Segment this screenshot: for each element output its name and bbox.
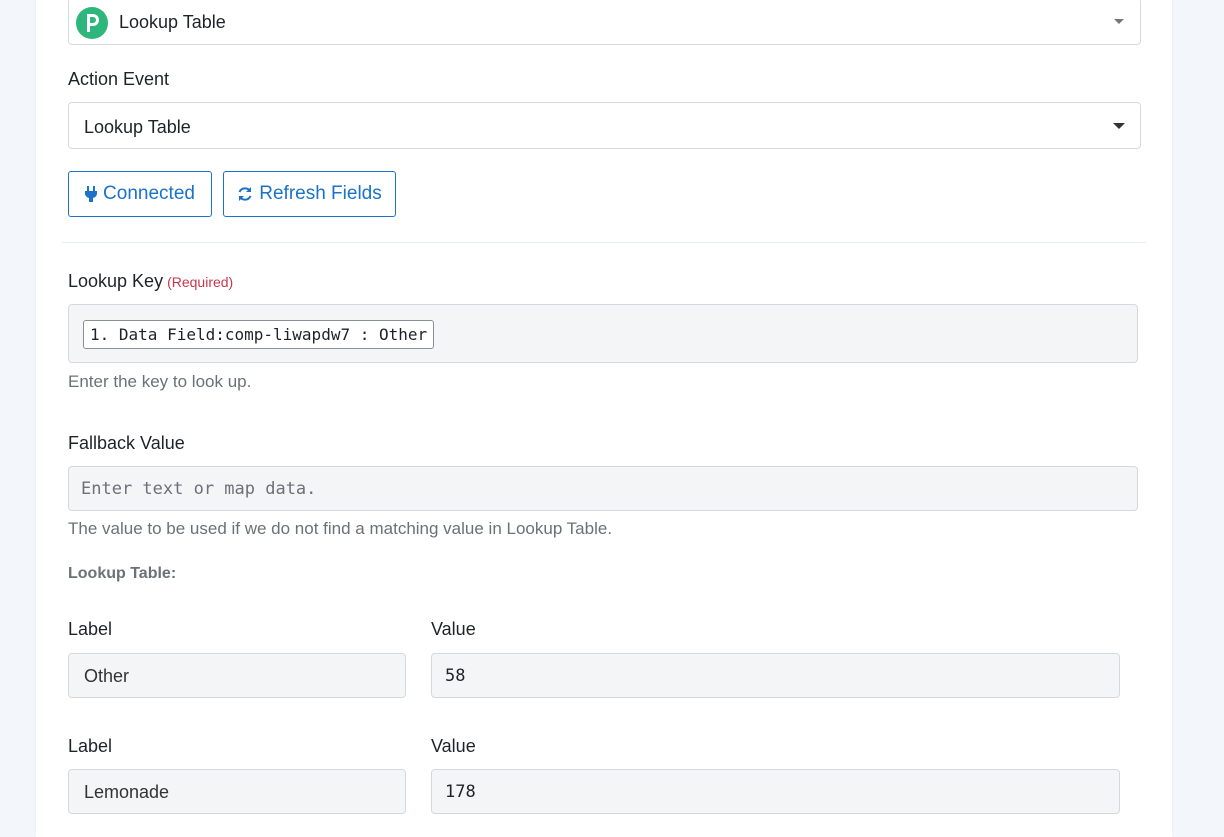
row-value-heading: Value — [431, 736, 476, 756]
app-select-value: Lookup Table — [119, 12, 226, 32]
fallback-value-help: The value to be used if we do not find a… — [68, 519, 613, 538]
lookup-key-help: Enter the key to look up. — [68, 372, 252, 391]
refresh-icon — [238, 187, 252, 201]
row-value-input[interactable]: 58 — [431, 653, 1120, 698]
lookup-key-field[interactable]: 1. Data Field:comp-liwapdw7 : Other — [68, 304, 1138, 363]
fallback-value-input[interactable]: Enter text or map data. — [68, 466, 1138, 511]
row-value-heading: Value — [431, 619, 476, 639]
plug-icon — [85, 186, 98, 202]
row-label-text: Other — [84, 666, 130, 686]
app-logo-icon — [76, 7, 108, 39]
section-divider — [62, 242, 1146, 243]
chevron-down-icon — [1113, 123, 1125, 129]
row-label-text: Lemonade — [84, 782, 170, 802]
app-select[interactable]: Lookup Table — [68, 0, 1141, 45]
lookup-key-label: Lookup Key — [68, 271, 164, 291]
connected-button-label: Connected — [103, 183, 195, 204]
lookup-table-title: Lookup Table: — [68, 565, 177, 582]
settings-panel: Lookup Table Action Event Lookup Table C… — [36, 0, 1172, 837]
chevron-down-icon — [1114, 19, 1124, 24]
mapped-field-token[interactable]: 1. Data Field:comp-liwapdw7 : Other — [83, 320, 435, 349]
row-value-input[interactable]: 178 — [431, 769, 1120, 814]
row-value-text: 178 — [445, 782, 476, 802]
row-value-text: 58 — [445, 666, 466, 686]
action-event-label: Action Event — [68, 69, 170, 89]
row-label-heading: Label — [68, 619, 113, 639]
required-badge: (Required) — [167, 274, 234, 290]
refresh-fields-button[interactable]: Refresh Fields — [223, 171, 396, 217]
refresh-fields-button-label: Refresh Fields — [259, 183, 382, 204]
connected-button[interactable]: Connected — [68, 171, 212, 217]
action-event-select[interactable]: Lookup Table — [68, 102, 1141, 149]
row-label-input[interactable]: Other — [68, 653, 406, 698]
row-label-input[interactable]: Lemonade — [68, 769, 406, 814]
fallback-value-label: Fallback Value — [68, 433, 185, 453]
action-event-value: Lookup Table — [84, 117, 191, 137]
fallback-value-placeholder: Enter text or map data. — [81, 479, 317, 499]
lookup-key-label-row: Lookup Key (Required) — [68, 271, 233, 292]
row-label-heading: Label — [68, 736, 113, 756]
